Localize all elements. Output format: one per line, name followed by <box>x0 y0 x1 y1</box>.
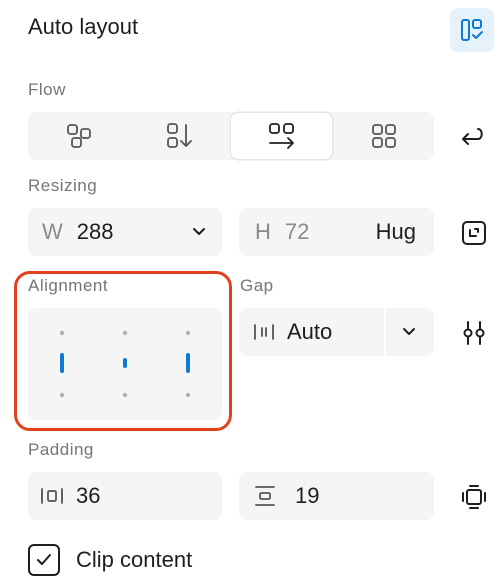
flow-wrap-option[interactable] <box>333 112 434 160</box>
individual-padding-icon <box>462 485 486 509</box>
vertical-padding-field[interactable]: 19 <box>239 472 434 520</box>
sliders-icon <box>463 321 485 345</box>
resize-fit-icon <box>462 221 486 245</box>
gap-value: Auto <box>287 319 333 344</box>
height-prefix: H <box>255 219 271 244</box>
flow-label: Flow <box>28 80 66 99</box>
individual-padding-button[interactable] <box>458 481 490 513</box>
resize-to-fit-button[interactable] <box>458 217 490 249</box>
width-prefix: W <box>42 219 63 244</box>
alignment-highlight-box <box>14 271 232 431</box>
flow-horizontal-option[interactable] <box>231 113 332 159</box>
height-mode[interactable]: Hug <box>376 219 416 245</box>
auto-layout-icon <box>461 19 483 41</box>
gap-field[interactable]: Auto <box>239 308 434 356</box>
auto-layout-toggle-button[interactable] <box>450 8 494 52</box>
panel-title: Auto layout <box>28 14 139 39</box>
height-value: 72 <box>284 219 310 244</box>
flow-freeform-option[interactable] <box>28 112 129 160</box>
advanced-settings-button[interactable] <box>458 317 490 349</box>
checkmark-icon <box>37 554 51 565</box>
vertical-padding-value: 19 <box>295 483 320 508</box>
return-arrow-icon <box>462 128 483 145</box>
clip-content-checkbox[interactable] <box>28 544 60 576</box>
horizontal-padding-icon <box>41 488 63 504</box>
gap-divider <box>384 308 386 356</box>
resizing-label: Resizing <box>28 176 98 195</box>
height-field[interactable]: H 72 Hug <box>239 208 434 256</box>
vertical-padding-icon <box>255 486 275 506</box>
horizontal-flow-icon <box>268 123 294 149</box>
chevron-down-icon[interactable] <box>192 225 206 239</box>
gap-spacing-icon <box>254 324 274 340</box>
clip-content-label[interactable]: Clip content <box>76 547 192 573</box>
width-value: 288 <box>76 219 114 244</box>
padding-label: Padding <box>28 440 94 459</box>
flow-segmented-control <box>28 112 434 160</box>
horizontal-padding-field[interactable]: 36 <box>28 472 222 520</box>
vertical-flow-icon <box>166 123 192 148</box>
chevron-down-icon[interactable] <box>402 325 416 339</box>
freeform-icon <box>66 124 91 148</box>
gap-label: Gap <box>240 276 274 295</box>
width-field[interactable]: W 288 <box>28 208 222 256</box>
reverse-order-button[interactable] <box>455 120 489 154</box>
flow-vertical-option[interactable] <box>129 112 230 160</box>
horizontal-padding-value: 36 <box>76 483 101 508</box>
grid-wrap-icon <box>371 124 396 148</box>
